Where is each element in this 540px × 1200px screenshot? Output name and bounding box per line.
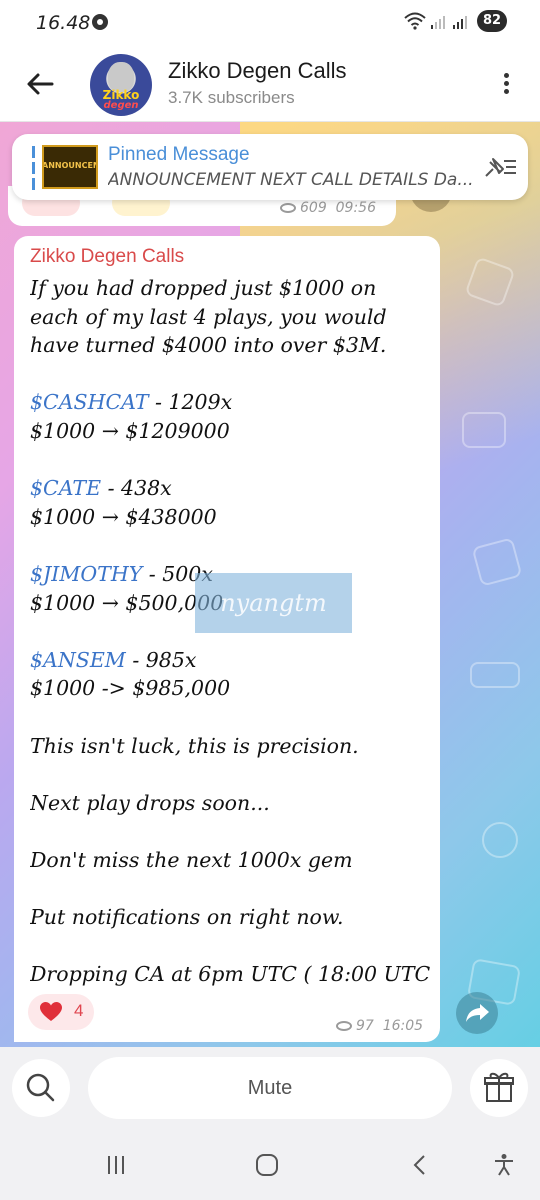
previous-views: 609 bbox=[300, 200, 327, 216]
line-text: each of my last 4 plays, you would bbox=[30, 304, 387, 329]
message-sender: Zikko Degen Calls bbox=[30, 246, 185, 267]
gift-button[interactable] bbox=[470, 1059, 528, 1117]
pinned-message-bar[interactable]: ANNOUNCEMENT Pinned Message ANNOUNCEMENT… bbox=[12, 134, 528, 200]
line-text: - 985x bbox=[125, 647, 197, 672]
system-nav-bar bbox=[0, 1131, 540, 1200]
status-time: 16.48 bbox=[36, 12, 91, 34]
line-text: If you had dropped just $1000 on bbox=[30, 276, 377, 300]
message-meta: 97 16:05 bbox=[336, 1018, 423, 1034]
recent-apps-icon[interactable] bbox=[104, 1153, 128, 1177]
bottom-bar: Mute bbox=[0, 1047, 540, 1131]
line-text: - 438x bbox=[101, 476, 172, 501]
gift-icon bbox=[484, 1072, 514, 1102]
channel-title[interactable]: Zikko Degen Calls bbox=[168, 58, 347, 84]
line-text: This isn't luck, this is precision. bbox=[30, 733, 359, 758]
message-line: Dropping CA at 6pm UTC ( 18:00 UTC ) bbox=[30, 960, 434, 989]
search-icon bbox=[26, 1073, 55, 1102]
reaction-heart[interactable]: 4 bbox=[28, 994, 94, 1030]
message-views: 97 bbox=[356, 1018, 374, 1034]
status-bar: 16.48 82 bbox=[0, 0, 540, 44]
wifi-icon bbox=[404, 12, 426, 30]
pinned-thumbnail: ANNOUNCEMENT bbox=[42, 145, 98, 189]
subscriber-count: 3.7K subscribers bbox=[168, 88, 295, 107]
back-arrow-icon[interactable] bbox=[22, 66, 58, 102]
channel-avatar[interactable]: Zikko degen bbox=[90, 54, 152, 116]
accessibility-icon[interactable] bbox=[492, 1153, 516, 1177]
views-eye-icon bbox=[336, 1021, 352, 1031]
line-text: - 1209x bbox=[148, 390, 233, 415]
message-line: Don't miss the next 1000x gem bbox=[30, 846, 434, 875]
message-line: This isn't luck, this is precision. bbox=[30, 732, 434, 761]
line-text: $1000 → $1209000 bbox=[30, 418, 230, 443]
signal-icon bbox=[431, 16, 445, 29]
pinned-thumbnail-text: ANNOUNCEMENT bbox=[42, 161, 96, 170]
home-icon[interactable] bbox=[255, 1153, 279, 1177]
message-bubble[interactable]: Zikko Degen Calls If you had dropped jus… bbox=[14, 236, 440, 1042]
message-line: $1000 → $1209000 bbox=[30, 417, 434, 446]
pinned-indicator bbox=[32, 146, 35, 190]
message-line: If you had dropped just $1000 on bbox=[30, 274, 434, 303]
search-button[interactable] bbox=[12, 1059, 70, 1117]
settings-status-icon bbox=[92, 14, 108, 30]
message-line: Next play drops soon... bbox=[30, 789, 434, 818]
line-text: Next play drops soon... bbox=[30, 790, 270, 815]
mute-button[interactable]: Mute bbox=[88, 1057, 452, 1119]
pinned-list-icon[interactable] bbox=[482, 152, 518, 182]
pinned-title: Pinned Message bbox=[108, 144, 250, 165]
heart-icon bbox=[40, 1002, 62, 1021]
chat-header: Zikko degen Zikko Degen Calls 3.7K subsc… bbox=[0, 44, 540, 122]
more-options-icon[interactable] bbox=[496, 70, 516, 100]
message-line: $ANSEM - 985x bbox=[30, 646, 434, 675]
ticker-link[interactable]: $CASHCAT bbox=[30, 390, 149, 414]
line-text: $1000 → $438000 bbox=[30, 504, 217, 529]
line-text: $1000 -> $985,000 bbox=[30, 676, 231, 701]
previous-time: 09:56 bbox=[335, 200, 376, 216]
message-line: each of my last 4 plays, you would bbox=[30, 303, 434, 332]
message-time: 16:05 bbox=[382, 1018, 424, 1034]
message-line: $CASHCAT - 1209x bbox=[30, 388, 434, 417]
back-nav-icon[interactable] bbox=[408, 1153, 432, 1177]
signal-icon-2 bbox=[453, 16, 467, 29]
ticker-link[interactable]: $JIMOTHY bbox=[30, 562, 142, 586]
message-line: $1000 -> $985,000 bbox=[30, 674, 434, 703]
line-text: have turned $4000 into over $3M. bbox=[30, 333, 387, 358]
line-text: Put notifications on right now. bbox=[30, 905, 344, 930]
battery-indicator: 82 bbox=[477, 10, 507, 32]
reaction-count: 4 bbox=[74, 1001, 84, 1020]
line-text: Dropping CA at 6pm UTC ( 18:00 UTC ) bbox=[30, 962, 434, 987]
ticker-link[interactable]: $ANSEM bbox=[30, 648, 126, 672]
watermark: nyangtm bbox=[195, 573, 352, 633]
forward-share-icon[interactable] bbox=[456, 992, 498, 1034]
views-eye-icon bbox=[280, 203, 296, 213]
message-line: $1000 → $438000 bbox=[30, 503, 434, 532]
pinned-text: ANNOUNCEMENT NEXT CALL DETAILS Da... bbox=[108, 170, 474, 190]
ticker-link[interactable]: $CATE bbox=[30, 476, 101, 500]
message-line: Put notifications on right now. bbox=[30, 903, 434, 932]
message-line: have turned $4000 into over $3M. bbox=[30, 331, 434, 360]
line-text: Don't miss the next 1000x gem bbox=[30, 847, 353, 872]
message-line: $CATE - 438x bbox=[30, 474, 434, 503]
avatar-logo-subtext: degen bbox=[103, 100, 139, 111]
previous-message-meta: 609 09:56 bbox=[280, 200, 376, 216]
